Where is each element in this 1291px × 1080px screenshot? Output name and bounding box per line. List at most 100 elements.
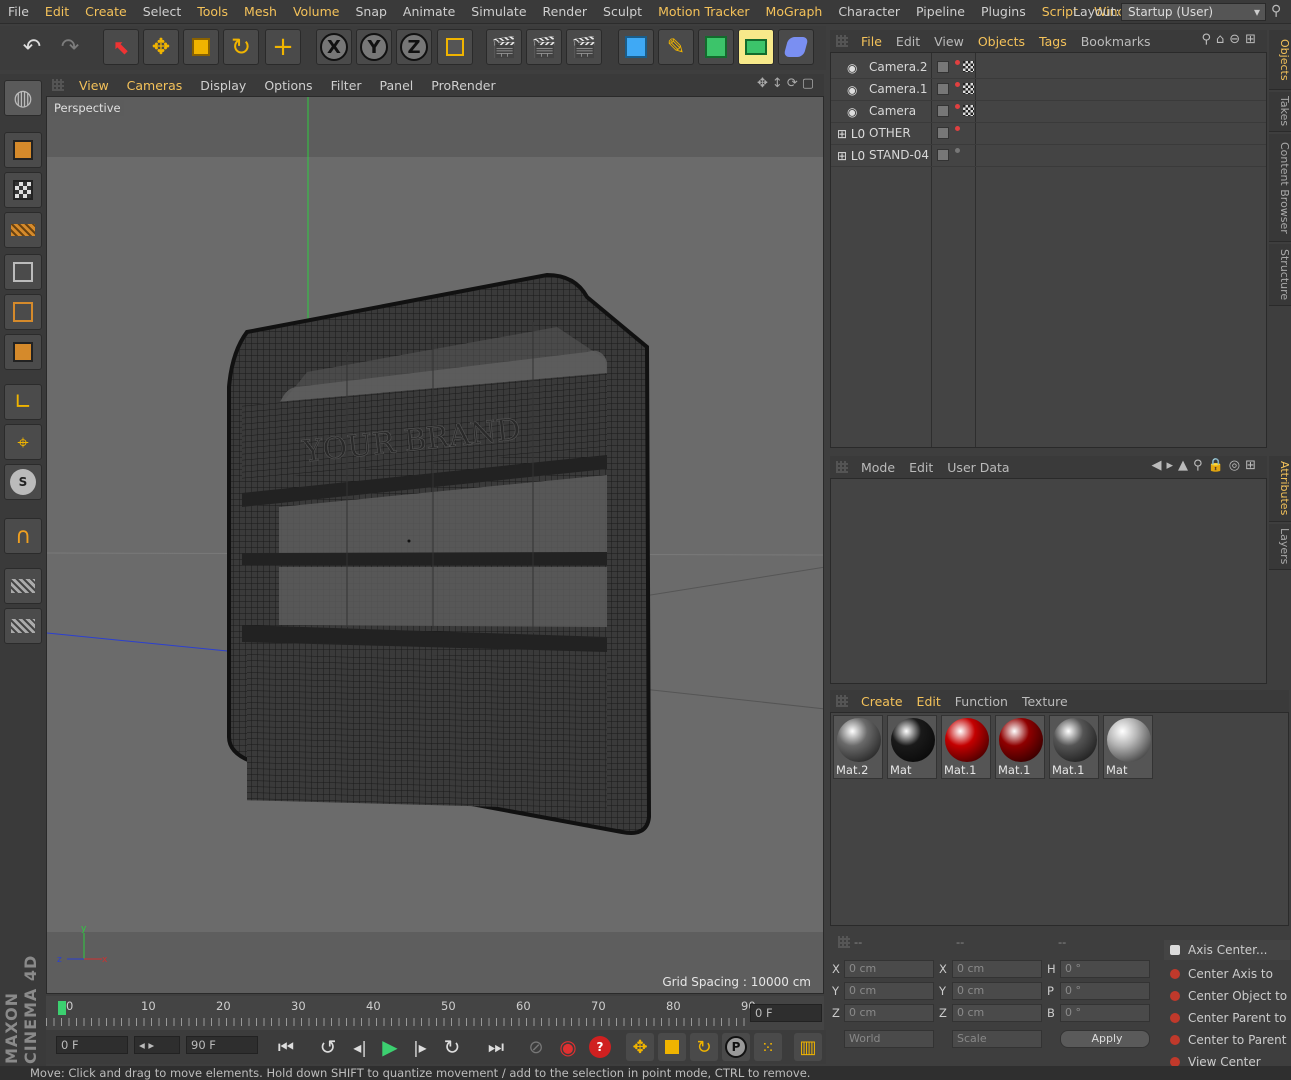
next-frame-button[interactable]: |▸	[406, 1033, 434, 1061]
menu-item-character[interactable]: Character	[830, 4, 908, 19]
size-z-field[interactable]: 0 cm	[952, 1004, 1042, 1022]
side-tab-takes[interactable]: Takes	[1269, 92, 1291, 132]
size-x-field[interactable]: 0 cm	[952, 960, 1042, 978]
objects-panel-icons[interactable]: ⚲⌂⊖⊞	[1201, 32, 1261, 47]
pen-spline-button[interactable]: ✎	[658, 29, 694, 65]
menu-item-tools[interactable]: Tools	[189, 4, 236, 19]
material-swatch[interactable]: Mat	[887, 715, 937, 779]
planar-workplane-button[interactable]	[4, 608, 42, 644]
menu-item-mesh[interactable]: Mesh	[236, 4, 285, 19]
timeline-window-button[interactable]: ▥	[794, 1033, 822, 1061]
size-y-field[interactable]: 0 cm	[952, 982, 1042, 1000]
menu-item-volume[interactable]: Volume	[285, 4, 348, 19]
y-axis-button[interactable]: Y	[356, 29, 392, 65]
protection-tag-icon[interactable]	[963, 83, 974, 94]
snap-button[interactable]: ∩	[4, 518, 42, 554]
menu-item-mode[interactable]: Mode	[854, 460, 902, 475]
key-scale-button[interactable]	[658, 1033, 686, 1061]
perspective-viewport[interactable]: YOUR BRAND y x z Perspective Grid Spacin…	[46, 96, 824, 994]
layout-dropdown[interactable]: Startup (User) ▾	[1121, 3, 1266, 21]
cube-object-button[interactable]	[618, 29, 654, 65]
axis-center-item[interactable]: Center Parent to	[1164, 1008, 1290, 1028]
menu-item-filter[interactable]: Filter	[322, 78, 371, 93]
material-swatch[interactable]: Mat.1	[995, 715, 1045, 779]
coordinate-system-button[interactable]	[437, 29, 473, 65]
material-swatch[interactable]: Mat.1	[941, 715, 991, 779]
timeline-ruler[interactable]: 0 10 20 30 40 50 60 70 80 90 0 F	[46, 996, 824, 1030]
axis-mode-button[interactable]: ∟	[4, 384, 42, 420]
menu-item-mograph[interactable]: MoGraph	[758, 4, 831, 19]
rot-b-field[interactable]: 0 °	[1060, 1004, 1150, 1022]
search-icon[interactable]: ⚲	[1271, 3, 1281, 19]
menu-item-file[interactable]: File	[854, 34, 889, 49]
start-frame-field[interactable]: 0 F	[56, 1036, 128, 1054]
attributes-panel-icons[interactable]: ◀▸▲⚲🔒◎⊞	[1152, 458, 1261, 473]
visibility-dot-icon[interactable]	[955, 82, 960, 87]
array-button[interactable]	[738, 29, 774, 65]
menu-item-texture[interactable]: Texture	[1015, 694, 1075, 709]
side-tab-attributes[interactable]: Attributes	[1269, 456, 1291, 522]
material-swatch[interactable]: Mat.2	[833, 715, 883, 779]
apply-button[interactable]: Apply	[1060, 1030, 1150, 1048]
prev-key-button[interactable]: ↺	[314, 1033, 342, 1061]
object-row[interactable]: ⊞ L0 STAND-04	[831, 145, 1266, 167]
side-tab-objects[interactable]: Objects	[1269, 30, 1291, 90]
key-pla-button[interactable]: ⁙	[754, 1033, 782, 1061]
visibility-dot-icon[interactable]	[955, 148, 960, 153]
pos-y-field[interactable]: 0 cm	[844, 982, 934, 1000]
rot-p-field[interactable]: 0 °	[1060, 982, 1150, 1000]
axis-center-title[interactable]: Axis Center...	[1164, 940, 1290, 960]
menu-item-options[interactable]: Options	[255, 78, 321, 93]
menu-item-motion-tracker[interactable]: Motion Tracker	[650, 4, 757, 19]
menu-item-objects[interactable]: Objects	[971, 34, 1032, 49]
render-picture-viewer-button[interactable]: 🎬	[526, 29, 562, 65]
menu-item-create[interactable]: Create	[854, 694, 910, 709]
menu-item-create[interactable]: Create	[77, 4, 135, 19]
side-tab-content-browser[interactable]: Content Browser	[1269, 134, 1291, 242]
play-button[interactable]: ▶	[376, 1033, 404, 1061]
object-row[interactable]: ◉ Camera.1	[831, 79, 1266, 101]
axis-center-item[interactable]: Center Axis to	[1164, 964, 1290, 984]
record-button[interactable]: ◉	[554, 1033, 582, 1061]
polygons-mode-button[interactable]	[4, 334, 42, 370]
locked-workplane-button[interactable]	[4, 568, 42, 604]
side-tab-layers[interactable]: Layers	[1269, 524, 1291, 570]
camera-label[interactable]: Perspective	[51, 100, 124, 116]
menu-item-view[interactable]: View	[927, 34, 971, 49]
playhead[interactable]	[58, 1001, 66, 1015]
axis-center-item[interactable]: Center Object to	[1164, 986, 1290, 1006]
visibility-dot-icon[interactable]	[955, 126, 960, 131]
layer-icon[interactable]	[937, 149, 949, 161]
transform-tool-button[interactable]: +	[265, 29, 301, 65]
texture-mode-button[interactable]	[4, 172, 42, 208]
record-disabled-button[interactable]: ⊘	[522, 1033, 550, 1061]
object-row[interactable]: ◉ Camera	[831, 101, 1266, 123]
menu-item-tags[interactable]: Tags	[1032, 34, 1074, 49]
points-mode-button[interactable]	[4, 254, 42, 290]
menu-item-bookmarks[interactable]: Bookmarks	[1074, 34, 1158, 49]
make-editable-button[interactable]: ◍	[4, 80, 42, 116]
key-position-button[interactable]: ✥	[626, 1033, 654, 1061]
layer-icon[interactable]	[937, 105, 949, 117]
solo-button[interactable]: S	[4, 464, 42, 500]
prev-frame-button[interactable]: ◂|	[346, 1033, 374, 1061]
menu-item-edit[interactable]: Edit	[37, 4, 77, 19]
visibility-dot-icon[interactable]	[955, 104, 960, 109]
layer-icon[interactable]	[937, 127, 949, 139]
scale-dropdown[interactable]: Scale	[952, 1030, 1042, 1048]
key-rotation-button[interactable]: ↻	[690, 1033, 718, 1061]
next-key-button[interactable]: ↻	[438, 1033, 466, 1061]
z-axis-button[interactable]: Z	[396, 29, 432, 65]
menu-item-cameras[interactable]: Cameras	[118, 78, 192, 93]
object-row[interactable]: ⊞ L0 OTHER	[831, 123, 1266, 145]
layer-icon[interactable]	[937, 61, 949, 73]
current-frame-field[interactable]: 0 F	[750, 1004, 822, 1022]
menu-item-render[interactable]: Render	[535, 4, 596, 19]
render-settings-button[interactable]: 🎬	[566, 29, 602, 65]
rot-h-field[interactable]: 0 °	[1060, 960, 1150, 978]
goto-end-button[interactable]: ⏭	[482, 1033, 510, 1061]
world-dropdown[interactable]: World	[844, 1030, 934, 1048]
end-frame-field[interactable]: 90 F	[186, 1036, 258, 1054]
menu-item-view[interactable]: View	[70, 78, 118, 93]
key-parameter-button[interactable]: P	[722, 1033, 750, 1061]
